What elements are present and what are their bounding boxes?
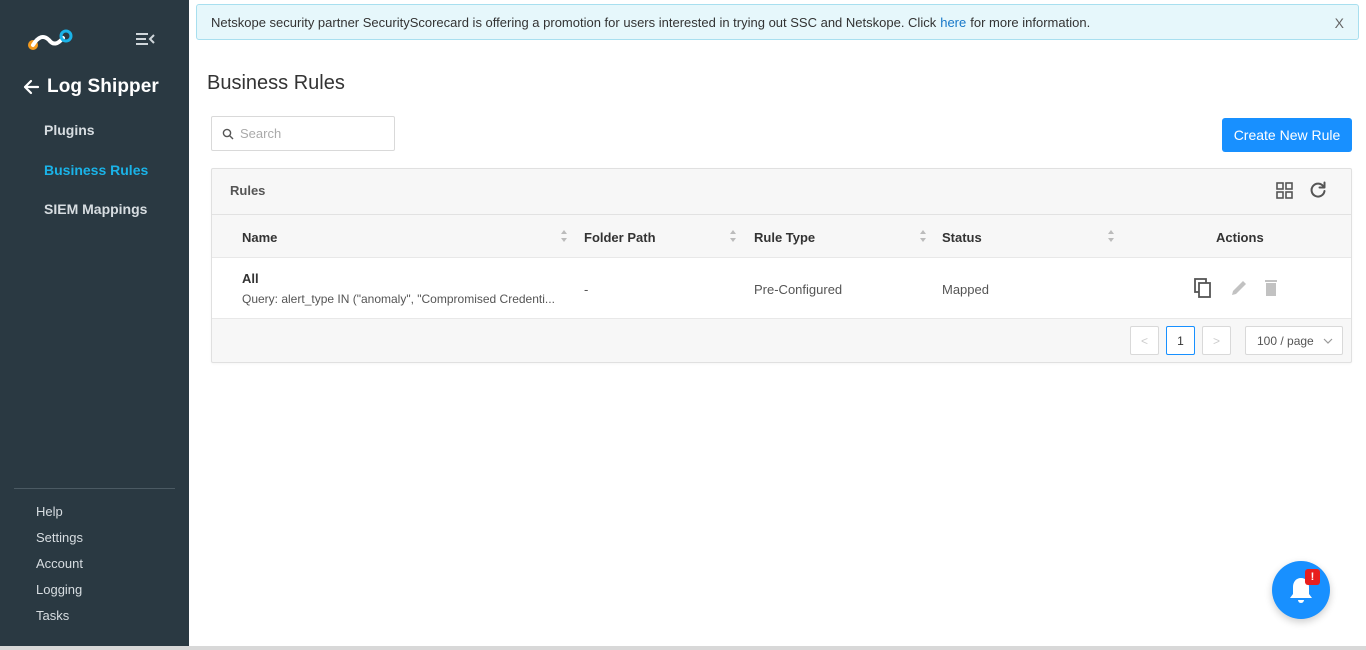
- copy-icon[interactable]: [1192, 277, 1214, 299]
- table-header: Name Folder Path Rule Type Status Action…: [212, 216, 1351, 258]
- sidebar-item-tasks[interactable]: Tasks: [36, 608, 83, 626]
- card-header: Rules: [212, 169, 1351, 215]
- banner-close-icon[interactable]: X: [1335, 15, 1344, 31]
- page-title: Business Rules: [207, 72, 345, 94]
- banner-text-after: for more information.: [970, 14, 1091, 30]
- table-row[interactable]: All Query: alert_type IN ("anomaly", "Co…: [212, 258, 1351, 319]
- sidebar-item-settings[interactable]: Settings: [36, 530, 83, 548]
- sidebar-item-business-rules[interactable]: Business Rules: [44, 162, 148, 182]
- search-icon: [222, 128, 234, 139]
- rules-card: Rules Name Folder Path Rule Type Status …: [211, 168, 1352, 363]
- arrow-left-icon: [23, 79, 40, 95]
- notifications-button[interactable]: !: [1272, 561, 1330, 619]
- rule-query: Query: alert_type IN ("anomaly", "Compro…: [242, 292, 555, 306]
- netskope-logo[interactable]: [27, 28, 73, 52]
- notification-badge: !: [1305, 569, 1320, 585]
- grid-view-icon[interactable]: [1275, 181, 1295, 201]
- column-header-folder-path[interactable]: Folder Path: [584, 230, 656, 245]
- rule-type: Pre-Configured: [754, 282, 843, 297]
- sidebar-item-logging[interactable]: Logging: [36, 582, 83, 600]
- sort-icon[interactable]: [1107, 229, 1115, 243]
- sort-icon[interactable]: [919, 229, 927, 243]
- column-header-status[interactable]: Status: [942, 230, 982, 245]
- back-to-log-shipper[interactable]: Log Shipper: [22, 76, 159, 98]
- delete-icon[interactable]: [1260, 277, 1282, 299]
- sort-icon[interactable]: [560, 229, 568, 243]
- page-size-select[interactable]: 100 / page: [1245, 326, 1343, 355]
- sidebar-item-account[interactable]: Account: [36, 556, 83, 574]
- section-title: Log Shipper: [47, 76, 159, 97]
- banner-text-before: Netskope security partner SecurityScorec…: [211, 14, 937, 30]
- search-field[interactable]: [211, 116, 395, 151]
- collapse-menu-icon[interactable]: [135, 31, 155, 47]
- rule-status: Mapped: [942, 282, 989, 297]
- column-header-rule-type[interactable]: Rule Type: [754, 230, 815, 245]
- next-page-button[interactable]: >: [1202, 326, 1231, 355]
- page-size-value: 100 / page: [1257, 333, 1314, 348]
- page-1-button[interactable]: 1: [1166, 326, 1195, 355]
- column-header-name[interactable]: Name: [242, 230, 277, 245]
- prev-page-button[interactable]: <: [1130, 326, 1159, 355]
- sidebar-item-help[interactable]: Help: [36, 504, 83, 522]
- sidebar-item-plugins[interactable]: Plugins: [44, 122, 148, 142]
- promo-banner: Netskope security partner SecurityScorec…: [196, 4, 1359, 40]
- sidebar-bottom-nav: Help Settings Account Logging Tasks: [36, 504, 83, 634]
- window-bottom-border: [0, 646, 1366, 650]
- rule-name[interactable]: All: [242, 271, 259, 286]
- create-new-rule-button[interactable]: Create New Rule: [1222, 118, 1352, 152]
- sidebar-item-siem-mappings[interactable]: SIEM Mappings: [44, 201, 148, 221]
- pagination: < 1 > 100 / page: [212, 319, 1351, 363]
- column-header-actions: Actions: [1216, 230, 1264, 245]
- sidebar-nav: Plugins Business Rules SIEM Mappings: [44, 122, 148, 241]
- card-title: Rules: [230, 183, 266, 198]
- chevron-down-icon: [1323, 338, 1333, 344]
- rule-folder-path: -: [584, 282, 589, 297]
- sidebar: Log Shipper Plugins Business Rules SIEM …: [0, 0, 189, 646]
- refresh-icon[interactable]: [1308, 180, 1328, 200]
- edit-icon[interactable]: [1228, 277, 1250, 299]
- sidebar-divider: [14, 488, 175, 489]
- banner-link[interactable]: here: [940, 15, 966, 30]
- search-input[interactable]: [240, 126, 380, 141]
- sort-icon[interactable]: [729, 229, 737, 243]
